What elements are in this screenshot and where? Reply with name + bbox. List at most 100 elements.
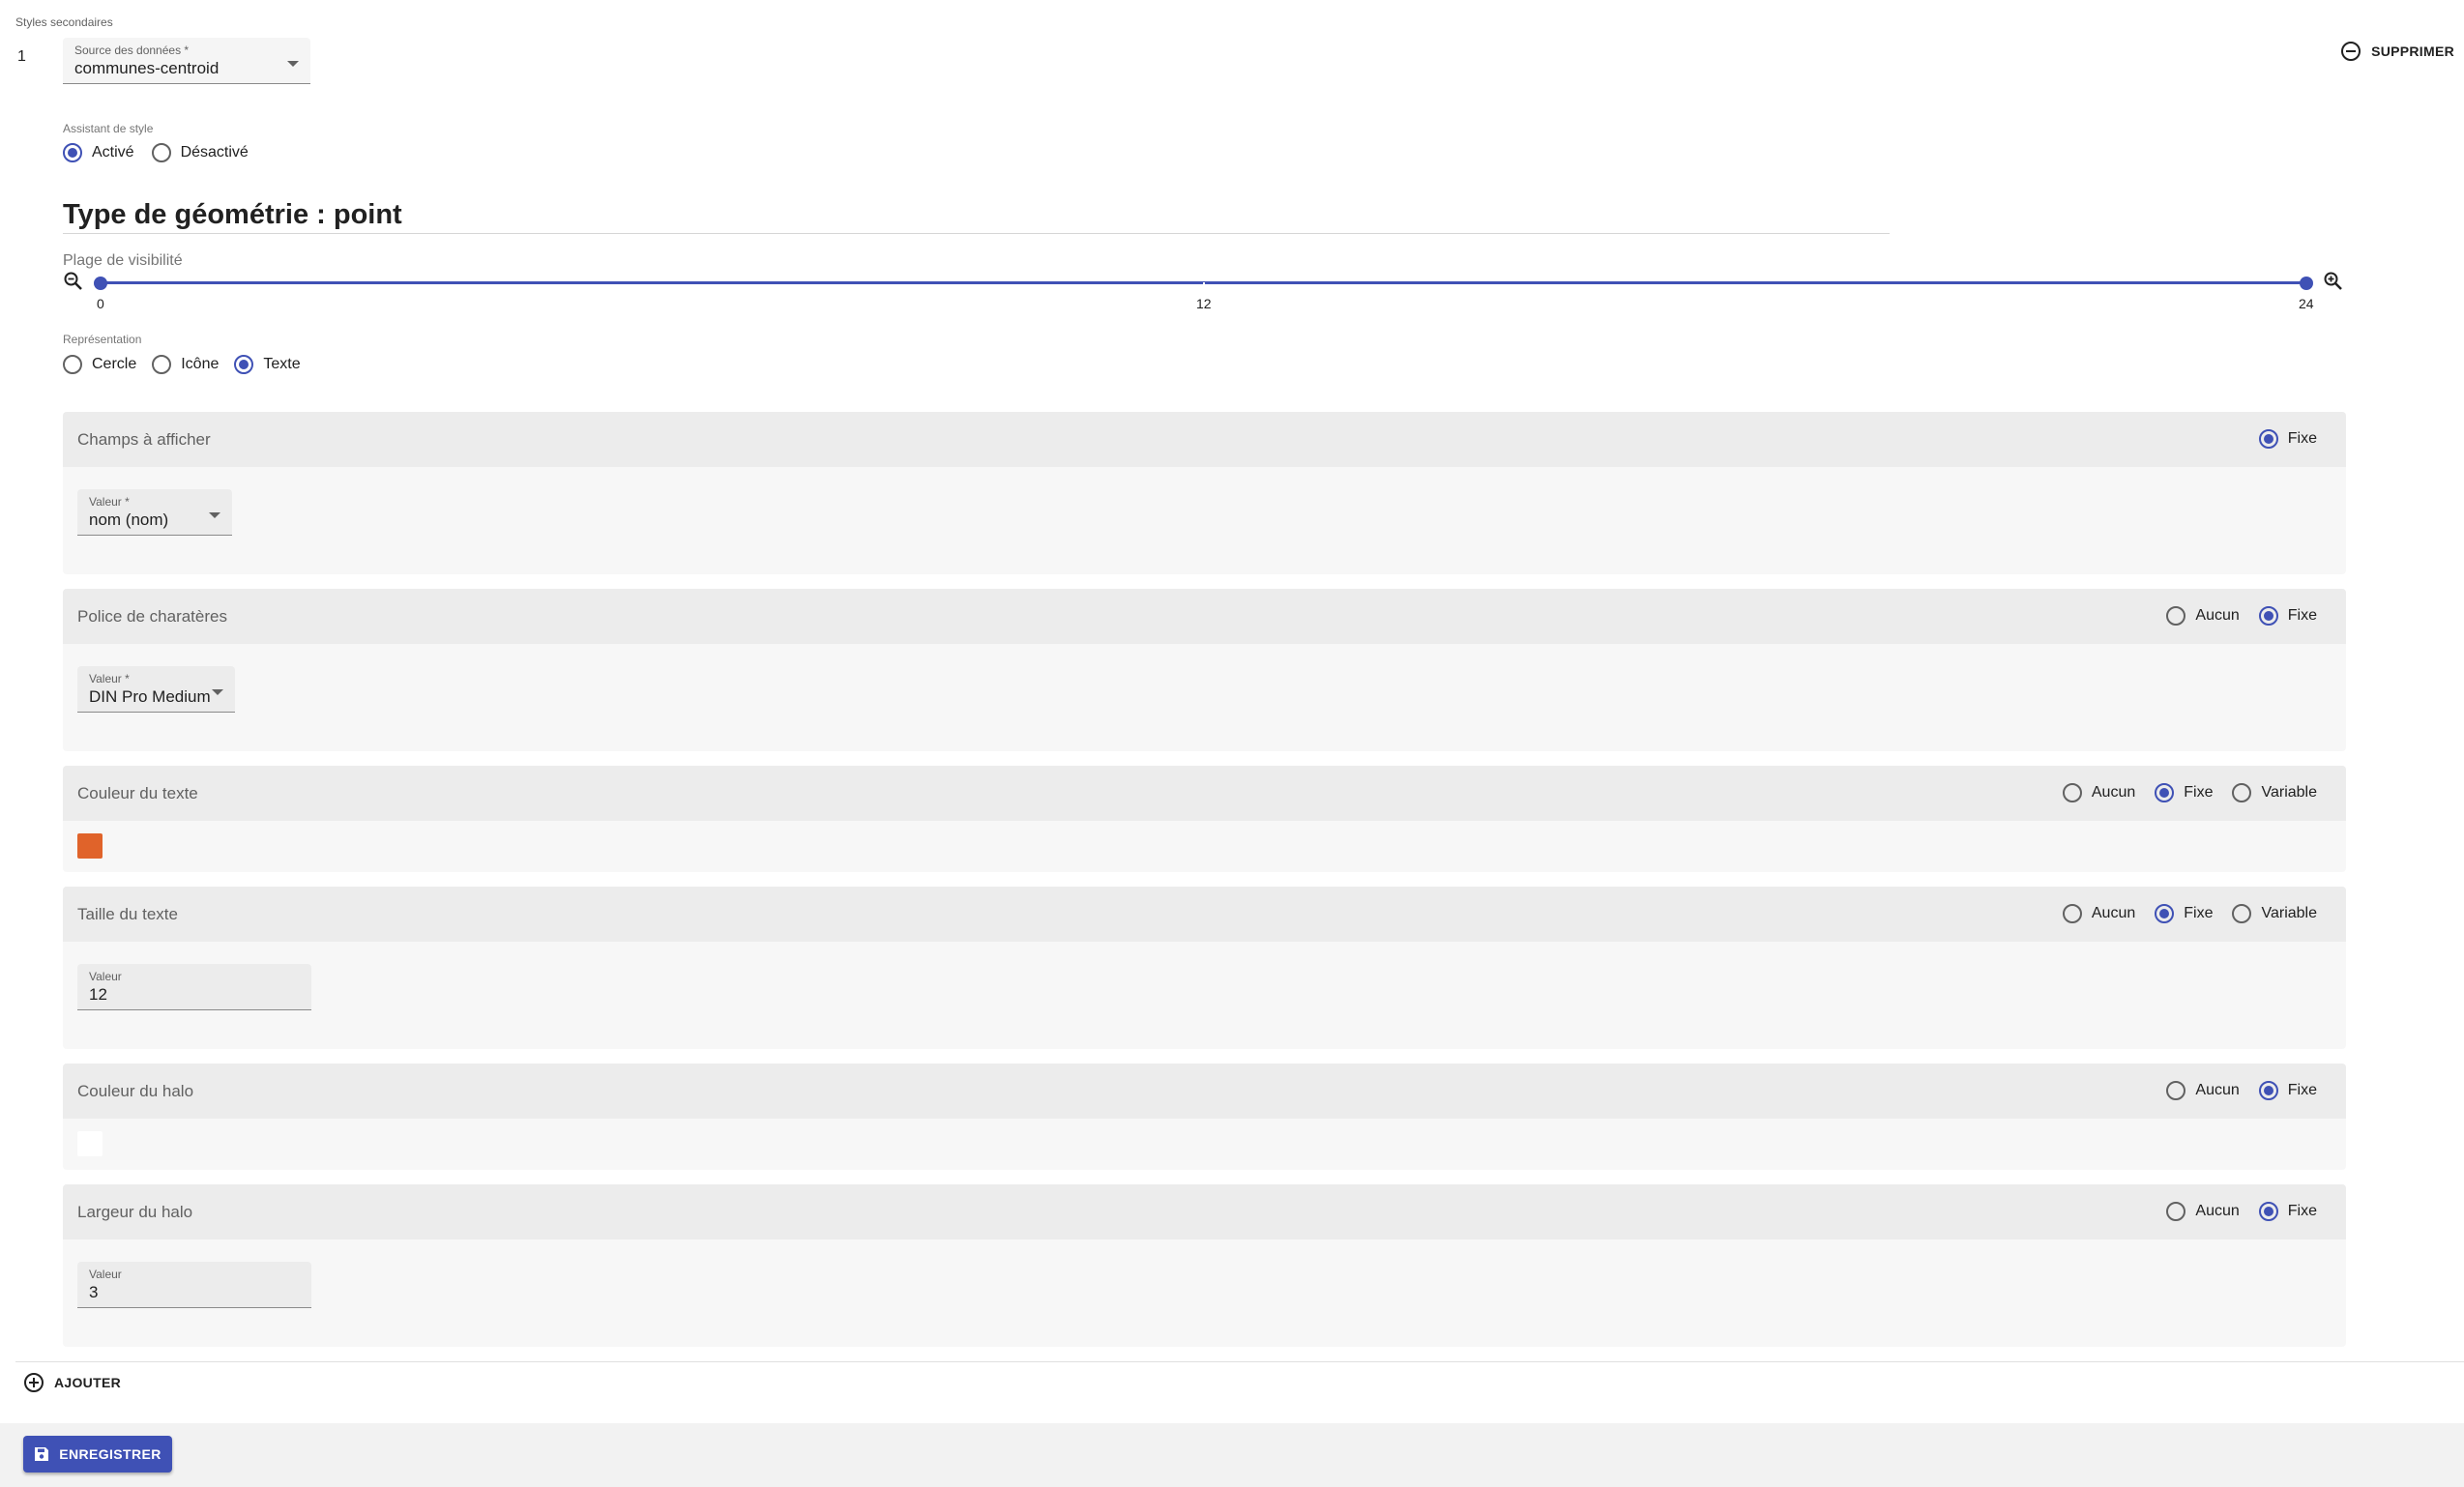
radio-halo-color-none-label: Aucun bbox=[2195, 1082, 2240, 1098]
add-button[interactable]: AJOUTER bbox=[23, 1372, 121, 1393]
radio-font-none[interactable]: Aucun bbox=[2166, 606, 2240, 626]
fields-value-label: Valeur * bbox=[89, 495, 130, 509]
radio-inactive-circle bbox=[151, 143, 171, 162]
chevron-down-icon bbox=[287, 61, 299, 67]
radio-active[interactable]: Activé bbox=[63, 143, 134, 162]
radio-fields-fixed-circle bbox=[2258, 429, 2278, 449]
panel-font-options: Aucun Fixe bbox=[2147, 606, 2317, 626]
font-value-select[interactable]: Valeur * DIN Pro Medium bbox=[77, 666, 235, 713]
panel-fields-title: Champs à afficher bbox=[77, 430, 211, 449]
radio-text-color-variable-label: Variable bbox=[2261, 784, 2317, 801]
radio-fields-fixed[interactable]: Fixe bbox=[2258, 429, 2317, 449]
radio-active-circle bbox=[63, 143, 82, 162]
font-value-label: Valeur * bbox=[89, 672, 130, 685]
save-icon bbox=[35, 1447, 49, 1461]
radio-text-color-none[interactable]: Aucun bbox=[2062, 783, 2136, 802]
chevron-down-icon bbox=[209, 512, 220, 518]
slider-tick-label-max: 24 bbox=[2299, 296, 2314, 311]
radio-inactive-label: Désactivé bbox=[180, 144, 249, 160]
radio-font-none-circle bbox=[2166, 606, 2186, 626]
text-color-swatch[interactable] bbox=[77, 833, 103, 859]
halo-color-swatch[interactable] bbox=[77, 1131, 103, 1156]
radio-circle-label: Cercle bbox=[92, 356, 137, 372]
halo-width-input[interactable]: Valeur 3 bbox=[77, 1262, 311, 1308]
radio-text[interactable]: Texte bbox=[234, 355, 301, 374]
radio-icon-label: Icône bbox=[181, 356, 220, 372]
style-assistant-radio-group: Activé Désactivé bbox=[63, 143, 264, 162]
radio-font-fixed-circle bbox=[2258, 606, 2278, 626]
radio-fields-fixed-label: Fixe bbox=[2287, 430, 2317, 447]
radio-halo-width-fixed-circle bbox=[2258, 1202, 2278, 1221]
panel-text-size-header: Taille du texte Aucun Fixe Variable bbox=[63, 887, 2346, 942]
source-select-label: Source des données * bbox=[74, 44, 190, 57]
panel-halo-width-header: Largeur du halo Aucun Fixe bbox=[63, 1184, 2346, 1239]
radio-text-size-variable[interactable]: Variable bbox=[2232, 904, 2317, 923]
radio-text-label: Texte bbox=[263, 356, 301, 372]
radio-halo-width-fixed-label: Fixe bbox=[2287, 1203, 2317, 1219]
representation-radio-group: Cercle Icône Texte bbox=[63, 355, 316, 374]
representation-label: Représentation bbox=[63, 333, 142, 346]
halo-width-input-value: 3 bbox=[89, 1283, 99, 1301]
delete-button-label: SUPPRIMER bbox=[2371, 44, 2454, 59]
radio-text-color-fixed[interactable]: Fixe bbox=[2155, 783, 2213, 802]
radio-text-size-variable-circle bbox=[2232, 904, 2252, 923]
slider-thumb-min[interactable] bbox=[94, 277, 107, 290]
radio-font-none-label: Aucun bbox=[2195, 607, 2240, 624]
radio-text-color-none-circle bbox=[2062, 783, 2082, 802]
radio-halo-color-none[interactable]: Aucun bbox=[2166, 1081, 2240, 1100]
radio-halo-width-none-label: Aucun bbox=[2195, 1203, 2240, 1219]
visibility-label: Plage de visibilité bbox=[63, 252, 183, 269]
zoom-out-icon[interactable] bbox=[63, 271, 84, 292]
panel-font: Police de charatères Aucun Fixe Valeur *… bbox=[63, 589, 2346, 751]
text-size-input[interactable]: Valeur 12 bbox=[77, 964, 311, 1010]
radio-halo-color-fixed-label: Fixe bbox=[2287, 1082, 2317, 1098]
fields-value: nom (nom) bbox=[89, 510, 169, 529]
radio-circle-circle bbox=[63, 355, 82, 374]
radio-halo-width-fixed[interactable]: Fixe bbox=[2258, 1202, 2317, 1221]
font-value: DIN Pro Medium bbox=[89, 687, 211, 706]
radio-inactive[interactable]: Désactivé bbox=[151, 143, 249, 162]
panel-halo-color-options: Aucun Fixe bbox=[2147, 1081, 2317, 1100]
footer-bar bbox=[0, 1423, 2464, 1487]
source-select-value: communes-centroid bbox=[74, 59, 220, 77]
radio-halo-color-fixed[interactable]: Fixe bbox=[2258, 1081, 2317, 1100]
geometry-title: Type de géométrie : point bbox=[63, 199, 402, 230]
radio-text-color-none-label: Aucun bbox=[2091, 784, 2136, 801]
radio-halo-width-none-circle bbox=[2166, 1202, 2186, 1221]
panel-text-size-title: Taille du texte bbox=[77, 905, 178, 923]
panel-text-color-title: Couleur du texte bbox=[77, 784, 198, 802]
panel-text-color: Couleur du texte Aucun Fixe Variable bbox=[63, 766, 2346, 872]
item-index: 1 bbox=[17, 48, 26, 65]
geometry-divider bbox=[63, 233, 1890, 234]
halo-width-input-label: Valeur bbox=[89, 1268, 122, 1281]
radio-icon[interactable]: Icône bbox=[152, 355, 219, 374]
radio-text-color-variable-circle bbox=[2232, 783, 2252, 802]
radio-text-size-none-circle bbox=[2062, 904, 2082, 923]
panel-halo-width-options: Aucun Fixe bbox=[2147, 1202, 2317, 1221]
radio-halo-width-none[interactable]: Aucun bbox=[2166, 1202, 2240, 1221]
radio-active-label: Activé bbox=[92, 144, 134, 160]
delete-button[interactable]: SUPPRIMER bbox=[2340, 41, 2454, 62]
slider-tick-label-min: 0 bbox=[97, 296, 104, 311]
radio-text-size-none[interactable]: Aucun bbox=[2062, 904, 2135, 923]
slider-thumb-max[interactable] bbox=[2300, 277, 2313, 290]
source-select[interactable]: Source des données * communes-centroid bbox=[63, 38, 310, 84]
slider-tick-mid bbox=[1203, 282, 1205, 284]
radio-text-color-variable[interactable]: Variable bbox=[2232, 783, 2317, 802]
radio-text-circle bbox=[234, 355, 254, 374]
radio-text-size-fixed-label: Fixe bbox=[2184, 905, 2214, 921]
fields-value-select[interactable]: Valeur * nom (nom) bbox=[77, 489, 232, 536]
panel-fields-header: Champs à afficher Fixe bbox=[63, 412, 2346, 467]
panel-text-size: Taille du texte Aucun Fixe Variable Vale… bbox=[63, 887, 2346, 1049]
zoom-in-icon[interactable] bbox=[2323, 271, 2344, 292]
panel-text-color-options: Aucun Fixe Variable bbox=[2043, 783, 2317, 802]
radio-halo-color-fixed-circle bbox=[2258, 1081, 2278, 1100]
radio-circle[interactable]: Cercle bbox=[63, 355, 136, 374]
panel-font-title: Police de charatères bbox=[77, 607, 227, 626]
radio-font-fixed[interactable]: Fixe bbox=[2258, 606, 2317, 626]
radio-text-size-fixed[interactable]: Fixe bbox=[2155, 904, 2213, 923]
panel-font-header: Police de charatères Aucun Fixe bbox=[63, 589, 2346, 644]
style-assistant-label: Assistant de style bbox=[63, 122, 154, 135]
panel-halo-width-title: Largeur du halo bbox=[77, 1203, 193, 1221]
save-button[interactable]: ENREGISTRER bbox=[23, 1436, 172, 1472]
